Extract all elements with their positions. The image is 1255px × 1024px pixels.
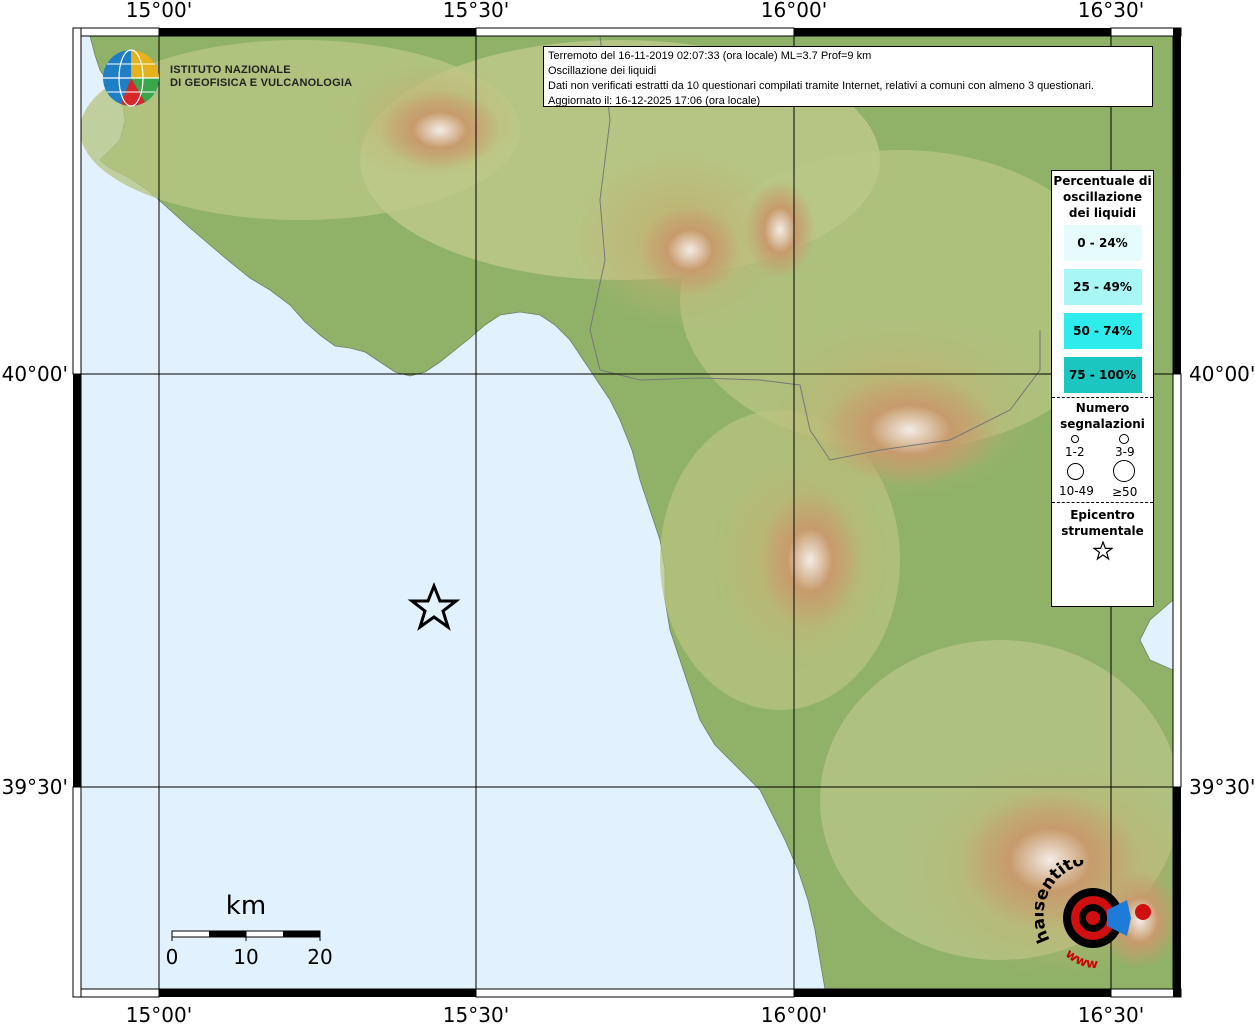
scale-label-10: 10 [233, 945, 258, 969]
count-label-3-9: 3-9 [1115, 445, 1135, 459]
tick-label-top-3: 16°00' [761, 0, 827, 22]
haisentito-logo-icon: haisentito www [1035, 860, 1151, 973]
tick-label-right-2: 39°30' [1189, 775, 1255, 799]
legend-count-title: Numero segnalazioni [1060, 401, 1145, 431]
ingv-line1: ISTITUTO NAZIONALE [170, 64, 291, 76]
tick-label-bottom-1: 15°00' [126, 1003, 192, 1024]
map-area [81, 36, 1173, 989]
legend-swatch-25-49: 25 - 49% [1063, 269, 1142, 305]
legend-count-circles: 1-2 3-9 10-49 ≥50 [1052, 432, 1153, 502]
ingv-globe-icon [103, 49, 159, 107]
info-line-updated: Aggiornato il: 16-12-2025 17:06 (ora loc… [548, 95, 761, 107]
tick-label-top-2: 15°30' [443, 0, 509, 22]
info-line-data: Dati non verificati estratti da 10 quest… [548, 80, 1094, 92]
circle-xlarge-icon [1113, 460, 1135, 482]
legend-swatch-label: 25 - 49% [1073, 280, 1132, 294]
tick-label-right-1: 40°00' [1189, 362, 1255, 386]
scale-label-20: 20 [307, 945, 332, 969]
tick-label-top-1: 15°00' [126, 0, 192, 22]
legend: Percentuale di oscillazione dei liquidi … [1051, 170, 1154, 607]
axis-bottom: 15°00' 15°30' 16°00' 16°30' [126, 1003, 1144, 1024]
tick-label-bottom-2: 15°30' [443, 1003, 509, 1024]
scale-unit: km [226, 891, 266, 921]
ingv-line2: DI GEOFISICA E VULCANOLOGIA [170, 77, 353, 89]
axis-left: 40°00' 39°30' [2, 362, 68, 799]
info-line-event: Terremoto del 16-11-2019 02:07:33 (ora l… [548, 50, 872, 62]
ingv-logo-text: ISTITUTO NAZIONALE DI GEOFISICA E VULCAN… [170, 64, 352, 90]
legend-star-icon [1052, 539, 1153, 564]
count-label-50plus: ≥50 [1112, 485, 1138, 499]
tick-label-top-4: 16°30' [1078, 0, 1144, 22]
axis-right: 40°00' 39°30' [1189, 362, 1255, 799]
count-label-1-2: 1-2 [1065, 445, 1085, 459]
circle-small-icon [1071, 435, 1079, 443]
tick-label-left-2: 39°30' [2, 775, 68, 799]
scale-label-0: 0 [166, 945, 179, 969]
legend-swatch-label: 0 - 24% [1077, 236, 1128, 250]
count-label-10-49: 10-49 [1059, 484, 1094, 498]
legend-pct-title: Percentuale di oscillazione dei liquidi [1053, 174, 1152, 220]
tick-label-left-1: 40°00' [2, 362, 68, 386]
earthquake-info-box: Terremoto del 16-11-2019 02:07:33 (ora l… [543, 46, 1153, 107]
tick-label-bottom-3: 16°00' [761, 1003, 827, 1024]
axis-top: 15°00' 15°30' 16°00' 16°30' [126, 0, 1144, 22]
legend-swatch-0-24: 0 - 24% [1063, 225, 1142, 261]
legend-swatch-50-74: 50 - 74% [1063, 313, 1142, 349]
tick-label-bottom-4: 16°30' [1078, 1003, 1144, 1024]
legend-epicenter-title: Epicentro strumentale [1061, 508, 1144, 538]
legend-swatch-75-100: 75 - 100% [1063, 357, 1142, 393]
legend-swatch-label: 50 - 74% [1073, 324, 1132, 338]
info-line-type: Oscillazione dei liquidi [548, 65, 657, 77]
circle-large-icon [1067, 463, 1084, 480]
circle-medium-icon [1119, 434, 1129, 444]
svg-text:www: www [1062, 947, 1099, 973]
legend-swatch-label: 75 - 100% [1068, 368, 1137, 382]
